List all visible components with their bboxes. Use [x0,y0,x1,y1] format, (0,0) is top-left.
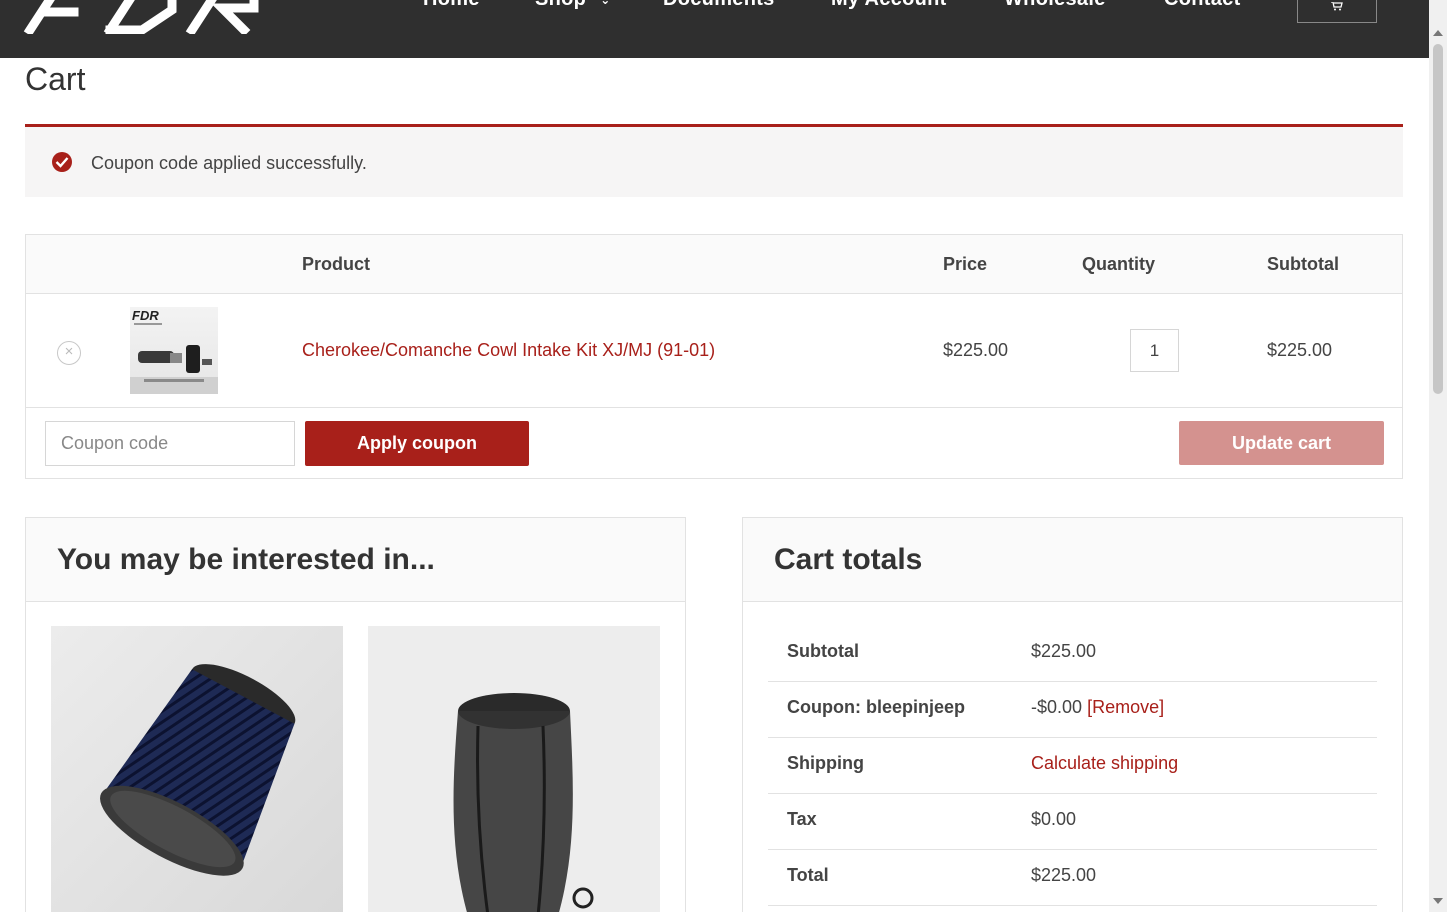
totals-row-shipping: Shipping Calculate shipping [768,738,1377,794]
totals-row-tax: Tax $0.00 [768,794,1377,850]
check-circle-icon [52,152,72,172]
success-notice: Coupon code applied successfully. [25,124,1403,197]
cross-sells-title: You may be interested in... [57,543,435,576]
totals-row-coupon: Coupon: bleepinjeep -$0.00 [Remove] [768,682,1377,738]
scrollbar-thumb[interactable] [1433,44,1443,394]
scroll-down-arrow-icon[interactable] [1433,898,1443,904]
product-image-air-filter[interactable] [51,626,343,912]
header-cart-button[interactable] [1297,0,1377,23]
cross-sells-panel: You may be interested in... [25,517,686,912]
total-label: Total [787,865,829,885]
header-quantity: Quantity [1082,254,1156,274]
header-price: Price [943,254,988,274]
coupon-value-group: -$0.00 [Remove] [1031,697,1164,718]
product-subtotal: $225.00 [1267,340,1333,360]
cart-totals-panel: Cart totals Subtotal $225.00 Coupon: ble… [742,517,1403,912]
tax-value: $0.00 [1031,809,1077,829]
cart-icon [1331,2,1343,11]
cross-sells-header: You may be interested in... [26,518,685,602]
scroll-up-arrow-icon[interactable] [1433,30,1443,36]
header-subtotal: Subtotal [1267,254,1339,274]
cart-totals-title: Cart totals [774,543,923,576]
apply-coupon-button[interactable]: Apply coupon [305,421,529,466]
notice-message: Coupon code applied successfully. [91,153,367,173]
chevron-down-icon: ⌄ [600,0,610,7]
product-price: $225.00 [943,340,1009,360]
site-header: Home Shop ⌄ Documents My Account Wholesal… [0,0,1429,58]
product-image-prefilter[interactable] [368,626,660,912]
nav-wholesale[interactable]: Wholesale [1004,0,1106,11]
header-product: Product [302,254,371,274]
calculate-shipping-link[interactable]: Calculate shipping [1031,753,1178,774]
remove-coupon-link[interactable]: [Remove] [1087,697,1164,717]
nav-shop[interactable]: Shop ⌄ [535,0,611,11]
total-value: $225.00 [1031,865,1097,885]
shipping-label: Shipping [787,753,864,773]
quantity-input[interactable]: 1 [1130,329,1179,372]
page-title: Cart [25,61,86,97]
cart-totals-header: Cart totals [743,518,1402,602]
nav-documents[interactable]: Documents [663,0,775,11]
cart-item-row: × FDR Cherokee/Comanche Cowl Intake Kit … [26,294,1402,408]
product-name-link[interactable]: Cherokee/Comanche Cowl Intake Kit XJ/MJ … [302,340,715,361]
nav-home[interactable]: Home [423,0,480,11]
svg-text:FDR: FDR [132,308,159,323]
main-nav: Home Shop ⌄ Documents My Account Wholesal… [0,0,1429,18]
product-thumbnail[interactable]: FDR [130,307,218,394]
nav-my-account[interactable]: My Account [831,0,947,11]
subtotal-label: Subtotal [787,641,859,661]
subtotal-value: $225.00 [1031,641,1097,661]
update-cart-button[interactable]: Update cart [1179,421,1384,465]
coupon-code-input[interactable]: Coupon code [45,421,295,466]
totals-row-subtotal: Subtotal $225.00 [768,626,1377,682]
coupon-value: -$0.00 [1031,697,1083,717]
nav-shop-label: Shop [535,0,586,10]
tax-label: Tax [787,809,817,829]
coupon-label: Coupon: bleepinjeep [787,697,965,717]
cart-table: Product Price Quantity Subtotal × FDR Ch… [25,234,1403,479]
cart-table-header: Product Price Quantity Subtotal [26,235,1402,294]
remove-item-icon[interactable]: × [57,341,81,365]
totals-row-total: Total $225.00 [768,850,1377,906]
nav-contact[interactable]: Contact [1164,0,1241,11]
